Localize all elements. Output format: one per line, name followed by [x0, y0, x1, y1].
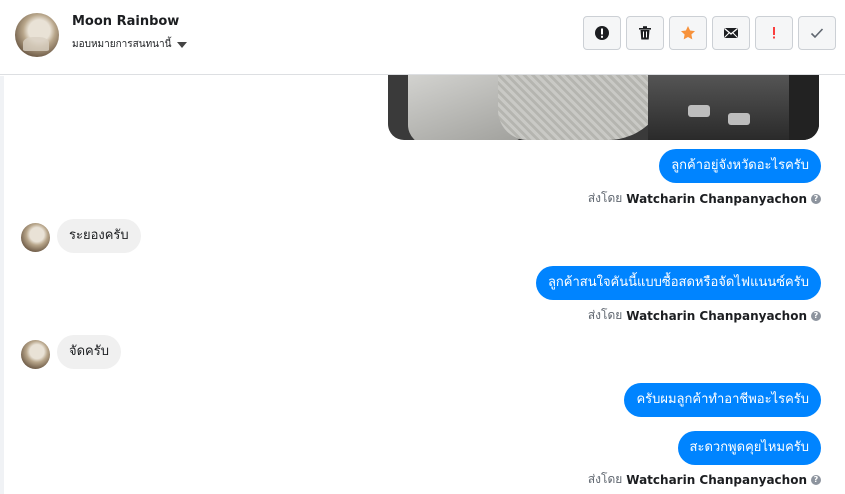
outgoing-message[interactable]: ครับผมลูกค้าทำอาชีพอะไรครับ — [624, 383, 821, 417]
photo-pedal — [688, 105, 710, 117]
incoming-message[interactable]: จัดครับ — [57, 335, 121, 369]
photo-seat-fabric — [498, 75, 668, 140]
contact-avatar[interactable] — [15, 13, 59, 57]
sent-by-line: ส่งโดย Watcharin Chanpanyachon ? — [588, 306, 821, 325]
trash-icon — [639, 26, 651, 40]
incoming-message[interactable]: ระยองครับ — [57, 219, 141, 253]
car-interior-photo[interactable] — [388, 75, 819, 140]
conversation-header: Moon Rainbow มอบหมายการสนทนานี้ — [0, 0, 845, 75]
sent-by-line: ส่งโดย Watcharin Chanpanyachon ? — [588, 189, 821, 208]
star-icon — [681, 26, 695, 40]
done-button[interactable] — [798, 16, 836, 50]
sent-by-name: Watcharin Chanpanyachon — [626, 308, 807, 323]
sent-by-line: ส่งโดย Watcharin Chanpanyachon ? — [588, 470, 821, 489]
sent-by-prefix: ส่งโดย — [587, 308, 623, 322]
exclamation-icon — [773, 27, 775, 39]
contact-avatar-small[interactable] — [21, 340, 50, 369]
help-icon[interactable]: ? — [811, 474, 821, 485]
contact-name[interactable]: Moon Rainbow — [72, 14, 179, 29]
caret-down-icon — [177, 41, 188, 48]
scroll-edge — [0, 76, 4, 494]
sent-by-prefix: ส่งโดย — [587, 472, 623, 486]
photo-door-frame — [789, 75, 819, 140]
sent-by-name: Watcharin Chanpanyachon — [626, 191, 807, 206]
follow-up-button[interactable] — [755, 16, 793, 50]
spam-button[interactable] — [583, 16, 621, 50]
outgoing-message[interactable]: ลูกค้าสนใจคันนี้แบบซื้อสดหรือจัดไฟแนนซ์ค… — [535, 266, 821, 300]
assign-conversation-dropdown[interactable]: มอบหมายการสนทนานี้ — [72, 37, 188, 52]
help-icon[interactable]: ? — [811, 193, 821, 204]
sent-by-name: Watcharin Chanpanyachon — [626, 472, 807, 487]
delete-button[interactable] — [626, 16, 664, 50]
envelope-icon — [724, 28, 738, 38]
assign-label: มอบหมายการสนทนานี้ — [72, 39, 172, 50]
outgoing-message[interactable]: สะดวกพูดคุยไหมครับ — [677, 431, 821, 465]
star-button[interactable] — [669, 16, 707, 50]
contact-avatar-small[interactable] — [21, 223, 50, 252]
sent-by-prefix: ส่งโดย — [587, 191, 623, 205]
help-icon[interactable]: ? — [811, 310, 821, 321]
photo-pedal — [728, 113, 750, 125]
action-toolbar — [583, 16, 836, 50]
mark-unread-button[interactable] — [712, 16, 750, 50]
alert-circle-icon — [595, 26, 609, 40]
check-icon — [810, 28, 824, 39]
outgoing-message[interactable]: ลูกค้าอยู่จังหวัดอะไรครับ — [659, 149, 821, 183]
